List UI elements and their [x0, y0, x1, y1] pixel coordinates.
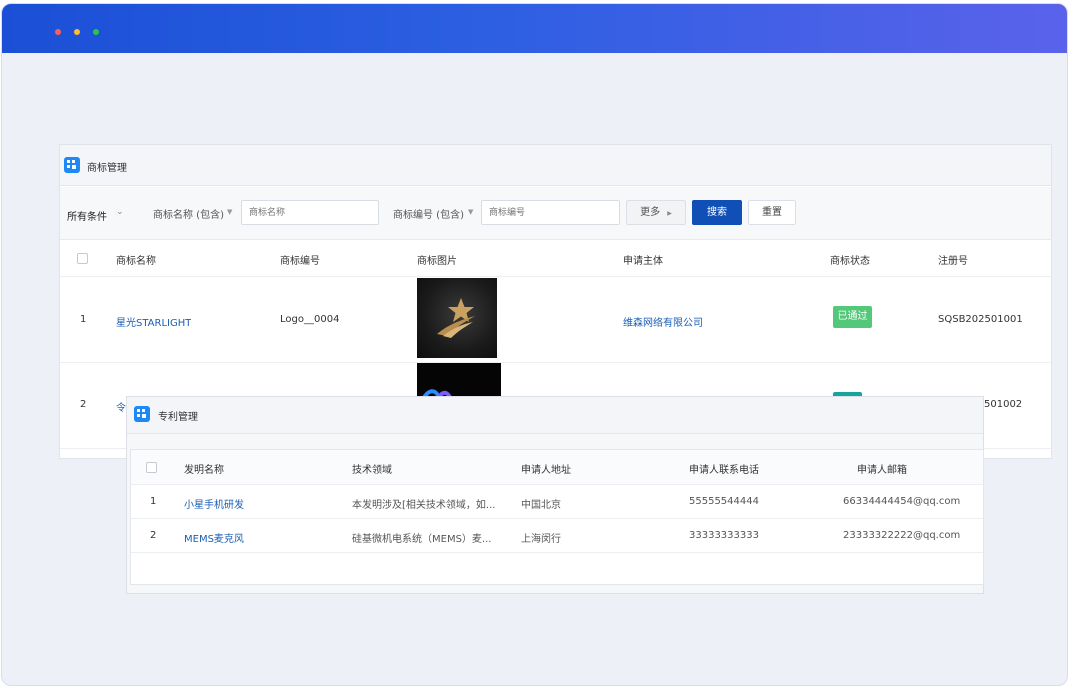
- row-index: 2: [150, 530, 157, 541]
- select-all-checkbox[interactable]: [146, 462, 157, 473]
- technical-field: 本发明涉及[相关技术领域，如...: [352, 500, 496, 511]
- row-index: 2: [80, 399, 87, 410]
- all-conditions-select[interactable]: 所有条件: [67, 208, 107, 223]
- applicant-phone: 33333333333: [689, 530, 759, 541]
- applicant-address: 中国北京: [521, 500, 561, 511]
- minimize-dot[interactable]: [74, 29, 80, 35]
- column-header[interactable]: 注册号: [938, 252, 968, 267]
- trademark-table-header: 商标名称 商标编号 商标图片 申请主体 商标状态 注册号: [60, 241, 1051, 277]
- patent-table-header: 发明名称 技术领域 申请人地址 申请人联系电话 申请人邮箱: [131, 450, 983, 485]
- patent-panel-title: 专利管理: [158, 412, 198, 423]
- invention-name-link[interactable]: MEMS麦克风: [184, 530, 244, 545]
- more-button[interactable]: 更多 ▶: [626, 200, 686, 225]
- column-header[interactable]: 申请人邮箱: [857, 461, 907, 476]
- app-window: 商标管理 所有条件 ⌄ 商标名称 (包含) ▼ 商标编号 (包含) ▼ 更多 ▶…: [1, 3, 1068, 686]
- column-header[interactable]: 申请人联系电话: [689, 461, 759, 476]
- close-dot[interactable]: [55, 29, 61, 35]
- applicant-email: 23333322222@qq.com: [843, 530, 961, 541]
- row-index: 1: [150, 496, 157, 507]
- column-header[interactable]: 技术领域: [352, 461, 392, 476]
- reset-button[interactable]: 重置: [748, 200, 796, 225]
- trademark-name-link[interactable]: 星光STARLIGHT: [116, 314, 191, 329]
- patent-panel-header: 专利管理: [127, 397, 983, 434]
- patent-table: 发明名称 技术领域 申请人地址 申请人联系电话 申请人邮箱 1 小星手机研发 本…: [130, 449, 984, 585]
- trademark-panel-title: 商标管理: [87, 163, 127, 174]
- title-bar: [2, 4, 1067, 53]
- number-filter-label[interactable]: 商标编号 (包含): [393, 206, 464, 221]
- column-header[interactable]: 申请主体: [623, 252, 663, 267]
- registration-number: 501002: [984, 399, 1023, 410]
- app-grid-icon: [134, 406, 150, 422]
- more-label: 更多: [640, 207, 661, 218]
- number-filter-input[interactable]: [481, 200, 620, 225]
- column-header[interactable]: 申请人地址: [521, 461, 571, 476]
- column-header[interactable]: 商标状态: [830, 252, 870, 267]
- applicant-address: 上海闵行: [521, 534, 561, 545]
- registration-number: SQSB202501001: [938, 314, 1023, 325]
- row-index: 1: [80, 314, 87, 325]
- select-all-checkbox[interactable]: [77, 253, 88, 264]
- status-badge: 已通过: [833, 306, 872, 328]
- table-row[interactable]: 2 MEMS麦克风 硅基微机电系统（MEMS）麦... 上海闵行 3333333…: [131, 519, 983, 553]
- trademark-number: Logo__0004: [280, 314, 340, 325]
- table-row[interactable]: 1 星光STARLIGHT Logo__0004 维森网络有限公司 已通过 SQ…: [60, 277, 1051, 363]
- applicant-phone: 55555544444: [689, 496, 759, 507]
- caret-right-icon: ▶: [667, 210, 672, 217]
- star-logo-image[interactable]: [417, 278, 497, 358]
- star-logo-icon: [437, 298, 475, 338]
- search-button[interactable]: 搜索: [692, 200, 742, 225]
- maximize-dot[interactable]: [93, 29, 99, 35]
- column-header[interactable]: 商标名称: [116, 252, 156, 267]
- technical-field: 硅基微机电系统（MEMS）麦...: [352, 534, 492, 545]
- invention-name-link[interactable]: 小星手机研发: [184, 496, 244, 511]
- chevron-down-icon[interactable]: ⌄: [116, 207, 124, 217]
- applicant-email: 66334444454@qq.com: [843, 496, 961, 507]
- table-row[interactable]: 1 小星手机研发 本发明涉及[相关技术领域，如... 中国北京 55555544…: [131, 485, 983, 519]
- caret-down-icon[interactable]: ▼: [227, 208, 232, 216]
- app-grid-icon: [64, 157, 80, 173]
- trademark-name-link[interactable]: 令: [116, 399, 126, 414]
- column-header[interactable]: 商标图片: [417, 252, 457, 267]
- filter-bar: 所有条件 ⌄ 商标名称 (包含) ▼ 商标编号 (包含) ▼ 更多 ▶ 搜索 重…: [60, 187, 1051, 240]
- column-header[interactable]: 发明名称: [184, 461, 224, 476]
- applicant-link[interactable]: 维森网络有限公司: [623, 314, 703, 329]
- trademark-panel-header: 商标管理: [60, 145, 1051, 186]
- name-filter-label[interactable]: 商标名称 (包含): [153, 206, 224, 221]
- patent-panel: 专利管理 发明名称 技术领域 申请人地址 申请人联系电话 申请人邮箱 1 小星手…: [126, 396, 984, 594]
- caret-down-icon[interactable]: ▼: [468, 208, 473, 216]
- column-header[interactable]: 商标编号: [280, 252, 320, 267]
- name-filter-input[interactable]: [241, 200, 379, 225]
